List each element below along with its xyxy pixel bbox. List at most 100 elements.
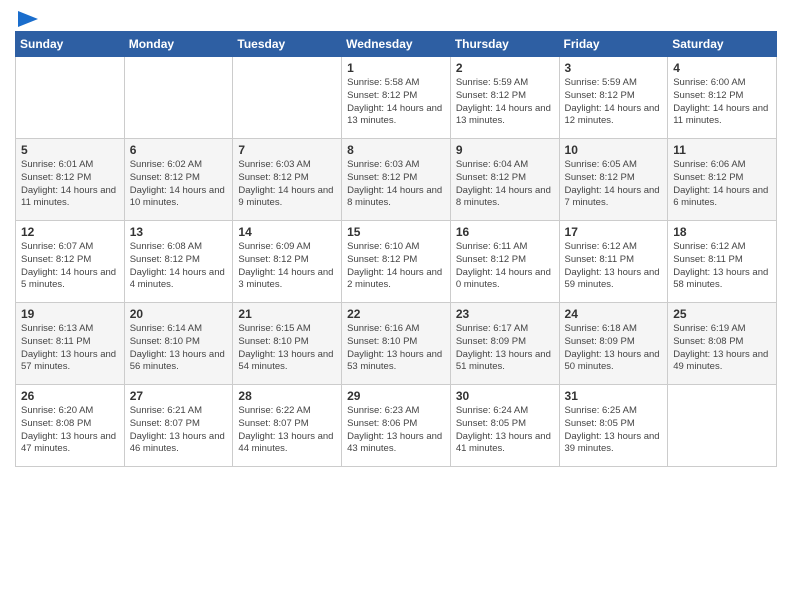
day-info: Sunrise: 6:10 AM Sunset: 8:12 PM Dayligh… (347, 241, 445, 292)
day-number: 29 (347, 389, 445, 403)
calendar-cell: 11 Sunrise: 6:06 AM Sunset: 8:12 PM Dayli… (668, 139, 777, 221)
day-info: Sunrise: 6:25 AM Sunset: 8:05 PM Dayligh… (565, 405, 663, 456)
day-number: 11 (673, 143, 771, 157)
day-info: Sunrise: 6:12 AM Sunset: 8:11 PM Dayligh… (565, 241, 663, 292)
page-container: SundayMondayTuesdayWednesdayThursdayFrid… (0, 0, 792, 477)
day-number: 8 (347, 143, 445, 157)
day-info: Sunrise: 6:20 AM Sunset: 8:08 PM Dayligh… (21, 405, 119, 456)
day-number: 12 (21, 225, 119, 239)
day-info: Sunrise: 6:09 AM Sunset: 8:12 PM Dayligh… (238, 241, 336, 292)
calendar-cell (124, 57, 233, 139)
day-info: Sunrise: 6:04 AM Sunset: 8:12 PM Dayligh… (456, 159, 554, 210)
calendar-cell: 20 Sunrise: 6:14 AM Sunset: 8:10 PM Dayli… (124, 303, 233, 385)
day-info: Sunrise: 6:02 AM Sunset: 8:12 PM Dayligh… (130, 159, 228, 210)
calendar-cell: 13Sunrise: 6:08 AM Sunset: 8:12 PM Dayli… (124, 221, 233, 303)
calendar-cell: 26 Sunrise: 6:20 AM Sunset: 8:08 PM Dayli… (16, 385, 125, 467)
day-number: 1 (347, 61, 445, 75)
day-number: 5 (21, 143, 119, 157)
calendar-cell (16, 57, 125, 139)
day-info: Sunrise: 6:03 AM Sunset: 8:12 PM Dayligh… (347, 159, 445, 210)
calendar-cell: 19Sunrise: 6:13 AM Sunset: 8:11 PM Dayli… (16, 303, 125, 385)
calendar-cell: 22 Sunrise: 6:16 AM Sunset: 8:10 PM Dayli… (342, 303, 451, 385)
calendar-cell: 28Sunrise: 6:22 AM Sunset: 8:07 PM Dayli… (233, 385, 342, 467)
calendar-header-row: SundayMondayTuesdayWednesdayThursdayFrid… (16, 32, 777, 57)
day-of-week-header: Monday (124, 32, 233, 57)
calendar-cell: 3 Sunrise: 5:59 AM Sunset: 8:12 PM Daylig… (559, 57, 668, 139)
day-number: 30 (456, 389, 554, 403)
day-info: Sunrise: 5:59 AM Sunset: 8:12 PM Dayligh… (565, 77, 663, 128)
day-info: Sunrise: 6:19 AM Sunset: 8:08 PM Dayligh… (673, 323, 771, 374)
day-info: Sunrise: 6:17 AM Sunset: 8:09 PM Dayligh… (456, 323, 554, 374)
calendar-cell: 21 Sunrise: 6:15 AM Sunset: 8:10 PM Dayli… (233, 303, 342, 385)
calendar-cell: 12 Sunrise: 6:07 AM Sunset: 8:12 PM Dayli… (16, 221, 125, 303)
day-info: Sunrise: 6:24 AM Sunset: 8:05 PM Dayligh… (456, 405, 554, 456)
day-number: 23 (456, 307, 554, 321)
calendar-cell: 30 Sunrise: 6:24 AM Sunset: 8:05 PM Dayli… (450, 385, 559, 467)
calendar-cell: 5 Sunrise: 6:01 AM Sunset: 8:12 PM Daylig… (16, 139, 125, 221)
day-info: Sunrise: 6:01 AM Sunset: 8:12 PM Dayligh… (21, 159, 119, 210)
calendar-week-row: 19Sunrise: 6:13 AM Sunset: 8:11 PM Dayli… (16, 303, 777, 385)
calendar-cell: 10Sunrise: 6:05 AM Sunset: 8:12 PM Dayli… (559, 139, 668, 221)
day-number: 24 (565, 307, 663, 321)
day-number: 13 (130, 225, 228, 239)
day-info: Sunrise: 6:11 AM Sunset: 8:12 PM Dayligh… (456, 241, 554, 292)
day-number: 3 (565, 61, 663, 75)
calendar-cell: 24 Sunrise: 6:18 AM Sunset: 8:09 PM Dayli… (559, 303, 668, 385)
day-info: Sunrise: 6:22 AM Sunset: 8:07 PM Dayligh… (238, 405, 336, 456)
day-info: Sunrise: 6:18 AM Sunset: 8:09 PM Dayligh… (565, 323, 663, 374)
calendar-cell: 23 Sunrise: 6:17 AM Sunset: 8:09 PM Dayli… (450, 303, 559, 385)
day-info: Sunrise: 6:13 AM Sunset: 8:11 PM Dayligh… (21, 323, 119, 374)
day-number: 22 (347, 307, 445, 321)
day-info: Sunrise: 5:58 AM Sunset: 8:12 PM Dayligh… (347, 77, 445, 128)
day-number: 2 (456, 61, 554, 75)
calendar-cell: 1 Sunrise: 5:58 AM Sunset: 8:12 PM Daylig… (342, 57, 451, 139)
day-number: 10 (565, 143, 663, 157)
day-number: 9 (456, 143, 554, 157)
calendar-cell (233, 57, 342, 139)
calendar-cell: 15 Sunrise: 6:10 AM Sunset: 8:12 PM Dayli… (342, 221, 451, 303)
day-of-week-header: Sunday (16, 32, 125, 57)
day-number: 31 (565, 389, 663, 403)
calendar-table: SundayMondayTuesdayWednesdayThursdayFrid… (15, 31, 777, 467)
calendar-cell: 14 Sunrise: 6:09 AM Sunset: 8:12 PM Dayli… (233, 221, 342, 303)
header (15, 10, 777, 23)
day-info: Sunrise: 6:15 AM Sunset: 8:10 PM Dayligh… (238, 323, 336, 374)
day-of-week-header: Friday (559, 32, 668, 57)
day-info: Sunrise: 6:14 AM Sunset: 8:10 PM Dayligh… (130, 323, 228, 374)
logo (15, 10, 38, 23)
day-number: 25 (673, 307, 771, 321)
day-number: 26 (21, 389, 119, 403)
day-info: Sunrise: 6:07 AM Sunset: 8:12 PM Dayligh… (21, 241, 119, 292)
day-info: Sunrise: 6:00 AM Sunset: 8:12 PM Dayligh… (673, 77, 771, 128)
day-info: Sunrise: 5:59 AM Sunset: 8:12 PM Dayligh… (456, 77, 554, 128)
day-info: Sunrise: 6:21 AM Sunset: 8:07 PM Dayligh… (130, 405, 228, 456)
day-info: Sunrise: 6:03 AM Sunset: 8:12 PM Dayligh… (238, 159, 336, 210)
calendar-cell: 18Sunrise: 6:12 AM Sunset: 8:11 PM Dayli… (668, 221, 777, 303)
day-number: 27 (130, 389, 228, 403)
day-info: Sunrise: 6:06 AM Sunset: 8:12 PM Dayligh… (673, 159, 771, 210)
day-number: 15 (347, 225, 445, 239)
calendar-cell: 2 Sunrise: 5:59 AM Sunset: 8:12 PM Daylig… (450, 57, 559, 139)
day-of-week-header: Thursday (450, 32, 559, 57)
day-info: Sunrise: 6:16 AM Sunset: 8:10 PM Dayligh… (347, 323, 445, 374)
calendar-week-row: 12 Sunrise: 6:07 AM Sunset: 8:12 PM Dayli… (16, 221, 777, 303)
day-number: 7 (238, 143, 336, 157)
logo-arrow-icon (18, 11, 38, 27)
day-number: 17 (565, 225, 663, 239)
day-of-week-header: Wednesday (342, 32, 451, 57)
calendar-cell: 16Sunrise: 6:11 AM Sunset: 8:12 PM Dayli… (450, 221, 559, 303)
day-number: 14 (238, 225, 336, 239)
calendar-week-row: 5 Sunrise: 6:01 AM Sunset: 8:12 PM Daylig… (16, 139, 777, 221)
calendar-cell: 31 Sunrise: 6:25 AM Sunset: 8:05 PM Dayli… (559, 385, 668, 467)
day-number: 4 (673, 61, 771, 75)
calendar-cell: 17 Sunrise: 6:12 AM Sunset: 8:11 PM Dayli… (559, 221, 668, 303)
calendar-cell: 9 Sunrise: 6:04 AM Sunset: 8:12 PM Daylig… (450, 139, 559, 221)
calendar-cell: 7 Sunrise: 6:03 AM Sunset: 8:12 PM Daylig… (233, 139, 342, 221)
calendar-week-row: 1 Sunrise: 5:58 AM Sunset: 8:12 PM Daylig… (16, 57, 777, 139)
day-of-week-header: Tuesday (233, 32, 342, 57)
day-number: 21 (238, 307, 336, 321)
day-number: 20 (130, 307, 228, 321)
calendar-cell: 6Sunrise: 6:02 AM Sunset: 8:12 PM Daylig… (124, 139, 233, 221)
calendar-week-row: 26 Sunrise: 6:20 AM Sunset: 8:08 PM Dayli… (16, 385, 777, 467)
calendar-cell (668, 385, 777, 467)
